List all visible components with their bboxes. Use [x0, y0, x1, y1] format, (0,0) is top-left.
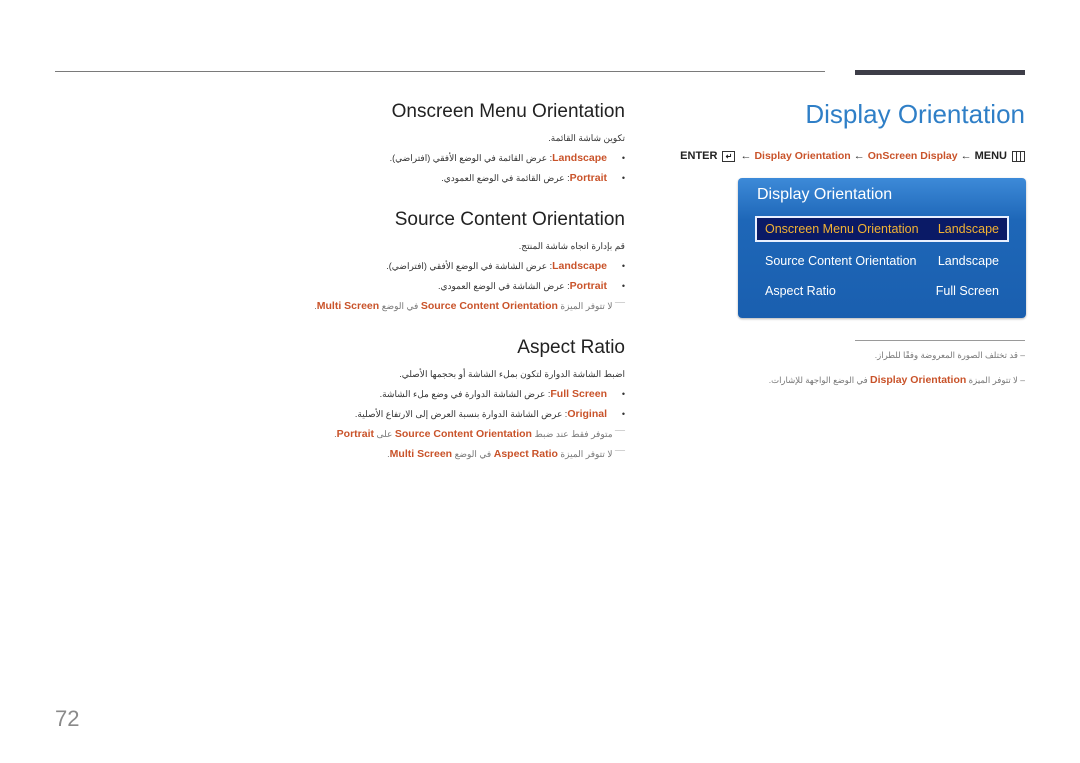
osd-item-aspect-ratio[interactable]: Aspect Ratio Full Screen — [755, 278, 1009, 304]
arrow-icon: ← — [853, 150, 865, 162]
page-number: 72 — [55, 706, 80, 731]
arrow-icon: ← — [960, 150, 972, 162]
osd-item-label: Onscreen Menu Orientation — [765, 222, 919, 236]
section-title-aspect-ratio: Aspect Ratio — [517, 337, 625, 358]
enter-icon: ↵ — [722, 150, 736, 162]
osd-item-value: Landscape — [937, 222, 999, 236]
osd-menu-panel: Display Orientation Onscreen Menu Orient… — [738, 178, 1026, 318]
breadcrumb-enter: ENTER — [680, 150, 718, 162]
bullet-item: •Original: عرض الشاشة الدوارة بنسبة العر… — [354, 408, 625, 420]
section-title-onscreen-menu-orientation: Onscreen Menu Orientation — [391, 101, 625, 122]
breadcrumb: ENTER ↵ ← Display Orientation ← OnScreen… — [680, 150, 1025, 162]
section-description: قم بإدارة اتجاه شاشة المنتج. — [518, 241, 625, 251]
bullet-item: •Portrait: عرض القائمة في الوضع العمودي. — [441, 172, 625, 184]
osd-item-value: Full Screen — [935, 284, 999, 298]
section-description: تكوين شاشة القائمة. — [548, 133, 625, 143]
header-rule — [55, 71, 825, 72]
bullet-item: •Portrait: عرض الشاشة في الوضع العمودي. — [437, 280, 625, 292]
bullet-item: •Full Screen: عرض الشاشة الدوارة في وضع … — [379, 388, 625, 400]
footnote: ¯¯ متوفر فقط عند ضبط Source Content Orie… — [334, 428, 625, 440]
breadcrumb-onscreen-display: OnScreen Display — [867, 150, 958, 162]
notes-rule — [855, 340, 1025, 341]
osd-title: Display Orientation — [757, 186, 893, 203]
breadcrumb-display-orientation: Display Orientation — [754, 150, 851, 162]
menu-icon — [1012, 150, 1025, 162]
breadcrumb-menu: MENU — [974, 150, 1007, 162]
note-item: – قد تختلف الصورة المعروضة وفقًا للطراز. — [874, 350, 1025, 360]
footnote: ¯¯ لا تتوفر الميزة Source Content Orient… — [314, 300, 625, 312]
section-title-source-content-orientation: Source Content Orientation — [394, 209, 625, 230]
osd-item-source-content-orientation[interactable]: Source Content Orientation Landscape — [755, 248, 1009, 274]
osd-item-label: Aspect Ratio — [765, 284, 836, 298]
header-accent-bar — [855, 70, 1025, 75]
page-title: Display Orientation — [805, 99, 1025, 129]
note-item: – لا تتوفر الميزة Display Orientation في… — [768, 374, 1025, 386]
osd-item-label: Source Content Orientation — [765, 254, 917, 268]
section-description: اضبط الشاشة الدوارة لتكون بملء الشاشة أو… — [399, 369, 625, 379]
osd-item-value: Landscape — [937, 254, 999, 268]
footnote: ¯¯ لا تتوفر الميزة Aspect Ratio في الوضع… — [387, 448, 625, 460]
arrow-icon: ← — [740, 150, 752, 162]
osd-item-onscreen-menu-orientation[interactable]: Onscreen Menu Orientation Landscape — [755, 216, 1009, 242]
bullet-item: •Landscape: عرض القائمة في الوضع الأفقي … — [389, 152, 625, 164]
bullet-item: •Landscape: عرض الشاشة في الوضع الأفقي (… — [386, 260, 625, 272]
